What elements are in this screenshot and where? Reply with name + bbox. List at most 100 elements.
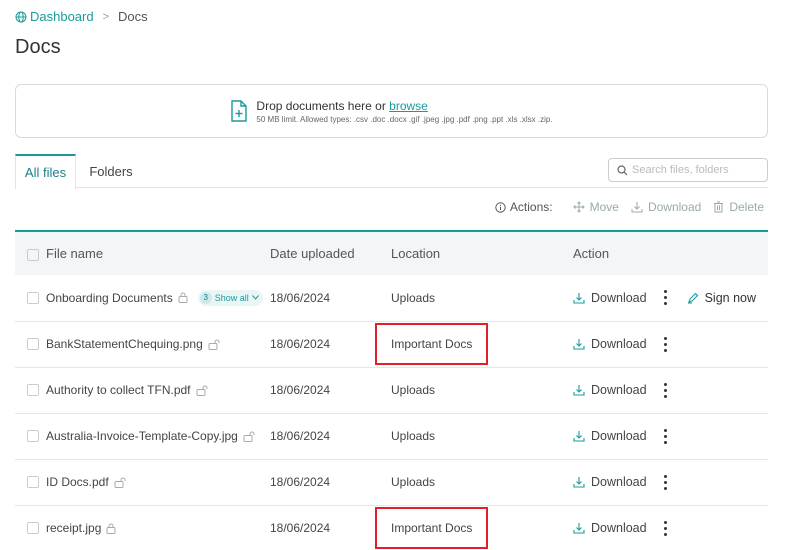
lock-toggle[interactable] bbox=[178, 292, 188, 304]
file-add-icon bbox=[231, 100, 248, 122]
lock-toggle[interactable] bbox=[106, 523, 116, 534]
search-input[interactable] bbox=[632, 164, 757, 176]
location-text: Uploads bbox=[391, 290, 436, 305]
show-all-button[interactable]: 3 Show all bbox=[197, 289, 263, 306]
download-button[interactable]: Download bbox=[573, 429, 647, 443]
info-icon bbox=[495, 201, 506, 213]
move-label: Move bbox=[589, 200, 619, 214]
move-icon bbox=[572, 201, 585, 213]
dropzone-prompt: Drop documents here or bbox=[256, 98, 386, 113]
globe-icon bbox=[15, 11, 27, 22]
location-text: Uploads bbox=[391, 383, 436, 397]
file-name[interactable]: BankStatementChequing.png bbox=[46, 337, 203, 351]
download-label: Download bbox=[591, 383, 647, 397]
search-box bbox=[608, 158, 768, 182]
delete-label: Delete bbox=[729, 200, 764, 214]
location-text: Important Docs bbox=[391, 521, 473, 535]
header-file-name: File name bbox=[46, 246, 104, 261]
download-icon bbox=[573, 431, 585, 442]
more-options-button[interactable] bbox=[661, 382, 671, 398]
location-text: Important Docs bbox=[391, 337, 473, 351]
date-uploaded: 18/06/2024 bbox=[270, 521, 331, 535]
download-icon bbox=[573, 523, 585, 534]
row-checkbox[interactable] bbox=[27, 384, 39, 396]
table-row[interactable]: receipt.jpg 18/06/2024 Important Docs Downl… bbox=[15, 505, 768, 550]
file-name[interactable]: Onboarding Documents bbox=[46, 291, 173, 305]
date-uploaded: 18/06/2024 bbox=[270, 429, 331, 443]
download-button[interactable]: Download bbox=[573, 337, 647, 351]
files-table: File name Date uploaded Location Action … bbox=[15, 230, 768, 550]
table-header-row: File name Date uploaded Location Action bbox=[15, 231, 768, 275]
more-options-button[interactable] bbox=[661, 336, 671, 352]
lock-icon bbox=[106, 523, 116, 534]
header-action: Action bbox=[573, 246, 610, 261]
more-options-button[interactable] bbox=[661, 290, 671, 306]
table-row[interactable]: BankStatementChequing.png 18/06/2024 Impor… bbox=[15, 321, 768, 367]
bulk-download-label: Download bbox=[647, 200, 702, 214]
row-checkbox[interactable] bbox=[27, 476, 39, 488]
row-checkbox[interactable] bbox=[27, 338, 39, 350]
breadcrumb: Dashboard > Docs bbox=[15, 9, 148, 24]
more-options-button[interactable] bbox=[661, 428, 671, 444]
more-options-button[interactable] bbox=[661, 474, 671, 490]
move-button[interactable]: Move bbox=[572, 200, 619, 214]
sign-now-button[interactable]: Sign now bbox=[687, 291, 756, 305]
lock-toggle[interactable] bbox=[114, 477, 127, 488]
breadcrumb-dashboard-label: Dashboard bbox=[30, 9, 94, 24]
download-button[interactable]: Download bbox=[573, 475, 647, 489]
location-text: Uploads bbox=[391, 429, 436, 443]
more-options-button[interactable] bbox=[661, 520, 671, 536]
bulk-download-button[interactable]: Download bbox=[631, 200, 701, 214]
select-all-checkbox[interactable] bbox=[27, 248, 39, 261]
download-button[interactable]: Download bbox=[573, 291, 647, 305]
location-highlight: Important Docs bbox=[375, 507, 489, 549]
download-icon bbox=[573, 292, 585, 304]
unlock-icon bbox=[208, 339, 220, 350]
header-date-uploaded: Date uploaded bbox=[270, 246, 355, 261]
delete-button[interactable]: Delete bbox=[713, 200, 764, 214]
download-button[interactable]: Download bbox=[573, 521, 647, 535]
lock-toggle[interactable] bbox=[208, 339, 221, 350]
download-label: Download bbox=[591, 290, 647, 305]
download-label: Download bbox=[591, 475, 647, 489]
page-title: Docs bbox=[15, 36, 61, 58]
date-uploaded: 18/06/2024 bbox=[270, 337, 331, 351]
table-row[interactable]: Authority to collect TFN.pdf 18/06/2024 Up… bbox=[15, 367, 768, 413]
location-highlight: Important Docs bbox=[375, 323, 489, 365]
tab-folders[interactable]: Folders bbox=[81, 154, 141, 188]
trash-icon bbox=[714, 201, 724, 213]
download-icon bbox=[573, 385, 585, 396]
breadcrumb-dashboard-link[interactable]: Dashboard bbox=[15, 9, 94, 24]
actions-label: Actions: bbox=[509, 200, 553, 214]
row-checkbox[interactable] bbox=[27, 522, 39, 534]
file-name[interactable]: receipt.jpg bbox=[46, 521, 101, 535]
unlock-icon bbox=[243, 431, 255, 442]
table-row[interactable]: Australia-Invoice-Template-Copy.jpg 18/06… bbox=[15, 413, 768, 459]
show-all-label: Show all bbox=[214, 292, 249, 303]
lock-toggle[interactable] bbox=[196, 385, 209, 396]
file-name[interactable]: Australia-Invoice-Template-Copy.jpg bbox=[46, 429, 238, 443]
location-text: Uploads bbox=[391, 475, 436, 489]
row-checkbox[interactable] bbox=[27, 430, 39, 442]
download-label: Download bbox=[591, 337, 647, 351]
tab-all-files[interactable]: All files bbox=[15, 154, 76, 189]
header-location: Location bbox=[391, 246, 441, 261]
file-name[interactable]: Authority to collect TFN.pdf bbox=[46, 383, 191, 397]
date-uploaded: 18/06/2024 bbox=[270, 475, 331, 489]
table-row[interactable]: Onboarding Documents 3 Show all 18/06/2024 U… bbox=[15, 275, 768, 321]
lock-icon bbox=[178, 292, 188, 304]
unlock-icon bbox=[114, 477, 126, 488]
table-row[interactable]: ID Docs.pdf 18/06/2024 Uploads Download bbox=[15, 459, 768, 505]
lock-toggle[interactable] bbox=[243, 431, 256, 442]
file-name[interactable]: ID Docs.pdf bbox=[46, 475, 109, 489]
breadcrumb-separator: > bbox=[102, 10, 110, 23]
download-label: Download bbox=[591, 521, 647, 535]
download-button[interactable]: Download bbox=[573, 383, 647, 397]
actions-label-wrap: Actions: bbox=[495, 200, 553, 214]
upload-dropzone[interactable]: Drop documents here or browse 50 MB limi… bbox=[15, 84, 768, 138]
browse-link[interactable]: browse bbox=[389, 99, 428, 113]
breadcrumb-current: Docs bbox=[118, 9, 148, 24]
row-checkbox[interactable] bbox=[27, 291, 39, 304]
date-uploaded: 18/06/2024 bbox=[270, 290, 331, 305]
download-label: Download bbox=[591, 429, 647, 443]
